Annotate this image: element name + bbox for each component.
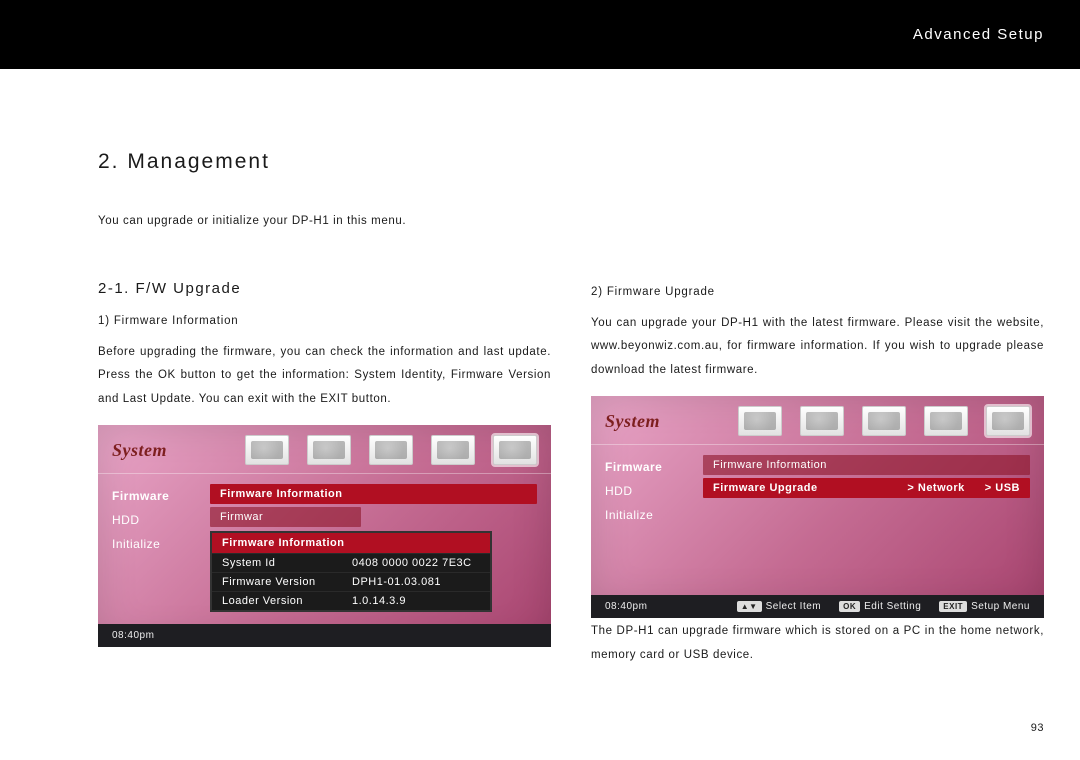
- system-label: System: [112, 440, 167, 461]
- nav-icon: [986, 406, 1030, 436]
- sidebar-item: Firmware: [98, 484, 204, 508]
- screenshot-footer: 08:40pm: [98, 624, 551, 647]
- nav-icon: [862, 406, 906, 436]
- popup-row: Loader Version1.0.14.3.9: [212, 591, 490, 610]
- right-body: You can upgrade your DP-H1 with the late…: [591, 312, 1044, 383]
- screenshot-icon-bar: System: [98, 425, 551, 471]
- page-content: 2. Management You can upgrade or initial…: [98, 150, 1044, 667]
- nav-icon: [431, 435, 475, 465]
- section-title: 2. Management: [98, 150, 1044, 174]
- left-body: Before upgrading the firmware, you can c…: [98, 341, 551, 412]
- popup-title: Firmware Information: [212, 533, 490, 553]
- popup-row: Firmware VersionDPH1-01.03.081: [212, 572, 490, 591]
- sidebar: Firmware HDD Initialize: [98, 474, 204, 624]
- right-item-title: 2) Firmware Upgrade: [591, 286, 1044, 298]
- page-header: Advanced Setup: [0, 0, 1080, 68]
- sidebar-item: Initialize: [591, 503, 697, 527]
- hint: ▲▼Select Item: [737, 601, 821, 612]
- subsection-title: 2-1. F/W Upgrade: [98, 280, 551, 297]
- header-divider: [0, 68, 1080, 69]
- menu-row: Firmwar: [210, 507, 361, 527]
- upgrade-option: Network: [907, 482, 964, 494]
- nav-icon: [493, 435, 537, 465]
- left-column: 2-1. F/W Upgrade 1) Firmware Information…: [98, 280, 551, 668]
- sidebar-item: Initialize: [98, 532, 204, 556]
- screenshot-firmware-information: System Firmware HDD Initialize: [98, 425, 551, 643]
- sidebar-item: Firmware: [591, 455, 697, 479]
- menu-row: Firmware Information: [210, 484, 537, 504]
- nav-icon: [738, 406, 782, 436]
- nav-icon: [245, 435, 289, 465]
- sidebar: Firmware HDD Initialize: [591, 445, 697, 595]
- header-title: Advanced Setup: [913, 26, 1044, 43]
- popup-row: System Id0408 0000 0022 7E3C: [212, 553, 490, 572]
- menu-row: Firmware Information: [703, 455, 1030, 475]
- main-panel: Firmware Information Firmware Upgrade Ne…: [697, 445, 1044, 595]
- screenshot-icon-bar: System: [591, 396, 1044, 442]
- menu-row: Firmware Upgrade Network USB: [703, 478, 1030, 498]
- screenshot-firmware-upgrade: System Firmware HDD Initialize: [591, 396, 1044, 606]
- page-number: 93: [1031, 722, 1044, 734]
- screenshot-footer: 08:40pm ▲▼Select Item OKEdit Setting EXI…: [591, 595, 1044, 618]
- nav-icon: [307, 435, 351, 465]
- nav-icon: [924, 406, 968, 436]
- main-panel: Firmware Information Firmwar Firmware In…: [204, 474, 551, 624]
- hint: EXITSetup Menu: [939, 601, 1030, 612]
- nav-icon: [369, 435, 413, 465]
- section-intro: You can upgrade or initialize your DP-H1…: [98, 210, 1044, 234]
- sidebar-item: HDD: [591, 479, 697, 503]
- nav-icon: [800, 406, 844, 436]
- sidebar-item: HDD: [98, 508, 204, 532]
- clock: 08:40pm: [605, 601, 647, 612]
- clock: 08:40pm: [112, 630, 154, 641]
- right-after: The DP-H1 can upgrade firmware which is …: [591, 620, 1044, 667]
- hint: OKEdit Setting: [839, 601, 921, 612]
- upgrade-option: USB: [985, 482, 1020, 494]
- right-column: 2) Firmware Upgrade You can upgrade your…: [591, 280, 1044, 668]
- system-label: System: [605, 411, 660, 432]
- left-item-title: 1) Firmware Information: [98, 315, 551, 327]
- info-popup: Firmware Information System Id0408 0000 …: [210, 531, 492, 612]
